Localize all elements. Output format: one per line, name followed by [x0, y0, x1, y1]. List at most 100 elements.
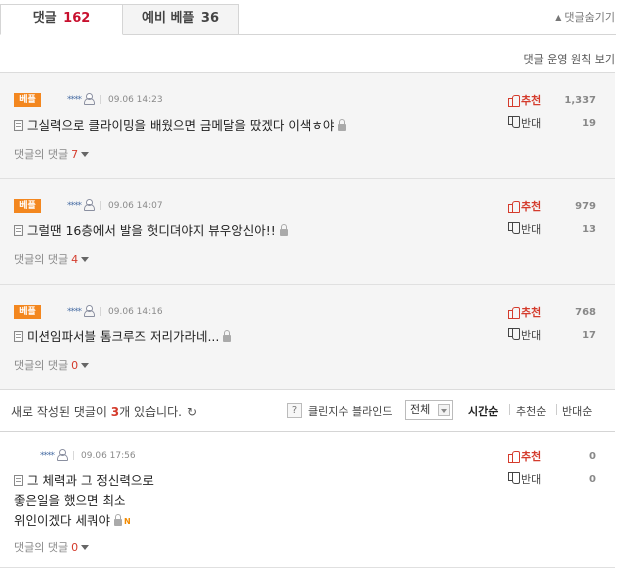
thumbs-down-icon	[508, 224, 519, 234]
comment-policy-link[interactable]: 댓글 운영 원칙 보기	[524, 51, 615, 67]
oppose-count: 17	[582, 330, 596, 341]
recommend-button[interactable]: 추천 0	[508, 449, 596, 465]
recommend-button[interactable]: 추천 1,337	[508, 93, 596, 109]
help-icon[interactable]: ?	[287, 403, 302, 418]
sort-recommend[interactable]: 추천순	[516, 403, 546, 419]
replies-count: 0	[71, 359, 79, 372]
thumbs-up-icon	[508, 95, 520, 107]
user-id[interactable]: ****	[40, 451, 55, 461]
comment-text-row: 그럴땐 16층에서 발을 헛디뎌야지 뷰우앙신아!!	[14, 221, 288, 241]
thumbs-down-icon	[508, 330, 519, 340]
comment-text-row: 미션임파서블 톰크루즈 저리가라네...	[14, 327, 232, 347]
recommend-label: 추천	[521, 200, 542, 213]
oppose-button[interactable]: 반대 0	[508, 472, 596, 488]
thumbs-down-icon	[508, 118, 519, 128]
comment-meta: **** | 09.06 17:56	[40, 449, 136, 461]
recommend-button[interactable]: 추천 979	[508, 199, 596, 215]
replies-count: 4	[71, 253, 79, 266]
replies-label: 댓글의 댓글	[14, 253, 69, 266]
tab-comments[interactable]: 댓글 162	[0, 4, 123, 35]
replies-toggle[interactable]: 댓글의 댓글 4	[14, 251, 90, 267]
oppose-label: 반대	[521, 473, 542, 486]
document-icon	[14, 331, 23, 342]
best-comment: 베플 **** | 09.06 14:07 그럴땐 16층에서 발을 헛디뎌야지 뷰우…	[0, 179, 615, 285]
blind-filter-select[interactable]: 전체	[405, 400, 453, 420]
oppose-button[interactable]: 반대 17	[508, 328, 596, 344]
recommend-count: 1,337	[564, 95, 596, 106]
replies-toggle[interactable]: 댓글의 댓글 0	[14, 357, 90, 373]
new-comments-notice[interactable]: 새로 작성된 댓글이 3개 있습니다. ↻	[11, 403, 197, 420]
comment-text-line: 위인이겠다 세쿼야 N	[14, 511, 154, 532]
best-comment: 베플 **** | 09.06 14:23 그실력으로 클라이밍을 배웠으면 금메달을…	[0, 73, 615, 179]
oppose-label: 반대	[521, 223, 542, 236]
recommend-count: 979	[575, 201, 596, 212]
comment-text: 그럴땐 16층에서 발을 헛디뎌야지 뷰우앙신아!!	[27, 223, 276, 238]
comment-tabs: 댓글 162 예비 베플 36	[0, 4, 631, 35]
clean-index-label: 클린지수 블라인드	[308, 405, 393, 418]
sort-oppose[interactable]: 반대순	[562, 403, 592, 419]
tab-comments-label: 댓글	[32, 11, 57, 26]
comment-toolbar: 새로 작성된 댓글이 3개 있습니다. ↻ ? 클린지수 블라인드 전체 시간순 …	[0, 390, 615, 432]
best-comment: 베플 **** | 09.06 14:16 미션임파서블 톰크루즈 저리가라네... …	[0, 285, 615, 391]
thumbs-up-icon	[508, 307, 520, 319]
hide-comments-label: 댓글숨기기	[564, 11, 615, 24]
oppose-count: 13	[582, 224, 596, 235]
best-badge: 베플	[14, 93, 41, 107]
comment-meta: 베플 **** | 09.06 14:16	[14, 305, 163, 319]
tab-pre-best-label: 예비 베플	[142, 11, 195, 26]
lock-icon	[338, 119, 347, 131]
oppose-count: 19	[582, 118, 596, 129]
hide-comments-link[interactable]: ▲ 댓글숨기기	[555, 9, 615, 25]
person-icon	[57, 449, 68, 461]
oppose-button[interactable]: 반대 13	[508, 222, 596, 238]
recommend-label: 추천	[521, 306, 542, 319]
comment-date: 09.06 14:23	[108, 95, 163, 105]
comment-text-line-3: 위인이겠다 세쿼야	[14, 513, 110, 528]
dropdown-arrow-icon	[438, 404, 450, 416]
tab-comments-count: 162	[63, 11, 91, 26]
oppose-button[interactable]: 반대 19	[508, 116, 596, 132]
new-badge: N	[123, 517, 131, 526]
comment-text-block: 그 체력과 그 정신력으로 좋은일을 했으면 최소 위인이겠다 세쿼야 N	[14, 471, 154, 532]
caret-down-icon	[81, 363, 90, 368]
comment-date: 09.06 17:56	[81, 451, 136, 461]
user-id[interactable]: ****	[67, 307, 82, 317]
tab-divider	[239, 34, 616, 35]
refresh-icon[interactable]: ↻	[187, 405, 197, 419]
comment-text-line-1: 그 체력과 그 정신력으로	[27, 473, 154, 488]
comment-date: 09.06 14:16	[108, 307, 163, 317]
comment-meta: 베플 **** | 09.06 14:07	[14, 199, 163, 213]
person-icon	[84, 199, 95, 211]
new-comments-count: 3	[110, 405, 120, 419]
replies-label: 댓글의 댓글	[14, 148, 69, 161]
oppose-count: 0	[589, 474, 596, 485]
user-id[interactable]: ****	[67, 95, 82, 105]
lock-icon	[279, 224, 288, 236]
recommend-button[interactable]: 추천 768	[508, 305, 596, 321]
replies-toggle[interactable]: 댓글의 댓글 0	[14, 539, 90, 555]
new-comments-suffix: 개 있습니다.	[119, 405, 182, 419]
best-badge: 베플	[14, 199, 41, 213]
person-icon	[84, 305, 95, 317]
sort-time[interactable]: 시간순	[468, 403, 498, 419]
comment-text-row: 그실력으로 클라이밍을 배웠으면 금메달을 땄겠다 이색ㅎ야	[14, 116, 347, 136]
new-comments-prefix: 새로 작성된 댓글이	[11, 405, 111, 419]
best-comments-area: 베플 **** | 09.06 14:23 그실력으로 클라이밍을 배웠으면 금메달을…	[0, 72, 615, 390]
thumbs-up-icon	[508, 451, 520, 463]
user-id[interactable]: ****	[67, 201, 82, 211]
replies-label: 댓글의 댓글	[14, 541, 69, 554]
comment: **** | 09.06 17:56 그 체력과 그 정신력으로 좋은일을 했으면 …	[0, 433, 615, 571]
blind-filter-value: 전체	[410, 403, 431, 416]
comment-text: 그실력으로 클라이밍을 배웠으면 금메달을 땄겠다 이색ㅎ야	[27, 118, 335, 133]
replies-label: 댓글의 댓글	[14, 359, 69, 372]
document-icon	[14, 475, 23, 486]
replies-toggle[interactable]: 댓글의 댓글 7	[14, 146, 90, 162]
tab-pre-best[interactable]: 예비 베플 36	[122, 4, 239, 35]
recommend-count: 0	[589, 451, 596, 462]
document-icon	[14, 225, 23, 236]
comment-text-line: 그 체력과 그 정신력으로	[14, 471, 154, 491]
oppose-label: 반대	[521, 117, 542, 130]
comment-text: 미션임파서블 톰크루즈 저리가라네...	[27, 329, 220, 344]
replies-count: 0	[71, 541, 79, 554]
best-badge: 베플	[14, 305, 41, 319]
